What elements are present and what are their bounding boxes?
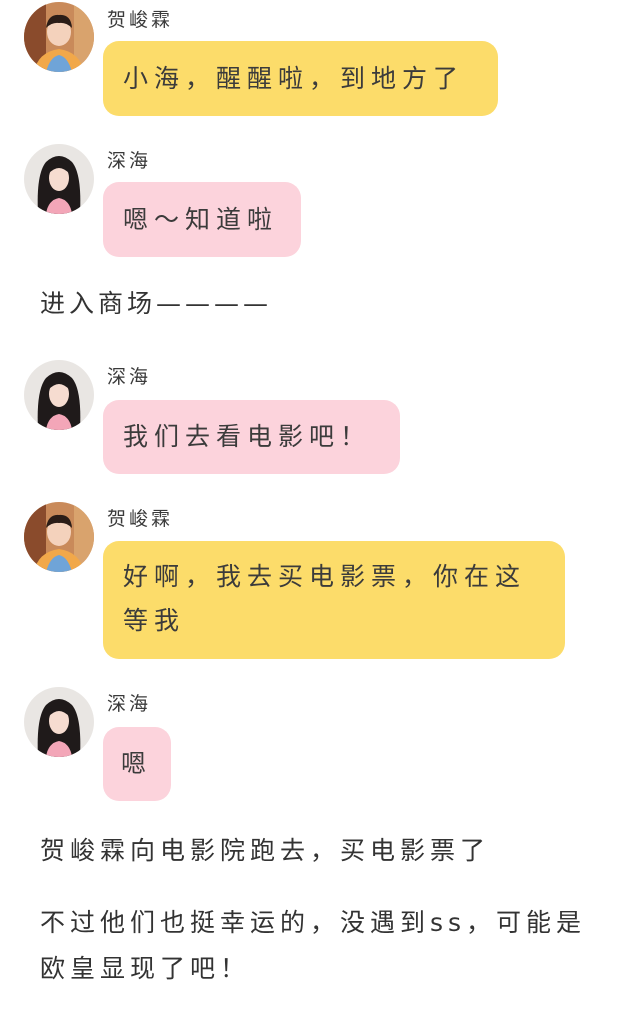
girl-avatar-icon bbox=[24, 687, 94, 757]
message-bubble[interactable]: 嗯～知道啦 bbox=[103, 182, 301, 257]
avatar[interactable] bbox=[24, 2, 94, 72]
avatar[interactable] bbox=[24, 144, 94, 214]
sender-name: 贺峻霖 bbox=[107, 9, 174, 31]
sender-name: 贺峻霖 bbox=[107, 508, 174, 530]
sender-name: 深海 bbox=[107, 366, 152, 388]
narration-text: 不过他们也挺幸运的，没遇到ss，可能是欧皇显现了吧！ bbox=[40, 908, 587, 983]
sender-name: 深海 bbox=[107, 150, 152, 172]
girl-avatar-icon bbox=[24, 360, 94, 430]
avatar[interactable] bbox=[24, 360, 94, 430]
girl-avatar-icon bbox=[24, 144, 94, 214]
narration-text: 进入商场———— bbox=[40, 289, 273, 318]
message-bubble[interactable]: 好啊，我去买电影票，你在这等我 bbox=[103, 541, 565, 659]
boy-avatar-icon bbox=[24, 2, 94, 72]
message-bubble[interactable]: 我们去看电影吧！ bbox=[103, 400, 400, 474]
avatar[interactable] bbox=[24, 687, 94, 757]
narration-text: 贺峻霖向电影院跑去，买电影票了 bbox=[40, 836, 491, 865]
avatar[interactable] bbox=[24, 502, 94, 572]
sender-name: 深海 bbox=[107, 693, 152, 715]
message-bubble[interactable]: 嗯 bbox=[103, 727, 171, 801]
boy-avatar-icon bbox=[24, 502, 94, 572]
message-bubble[interactable]: 小海，醒醒啦，到地方了 bbox=[103, 41, 498, 116]
